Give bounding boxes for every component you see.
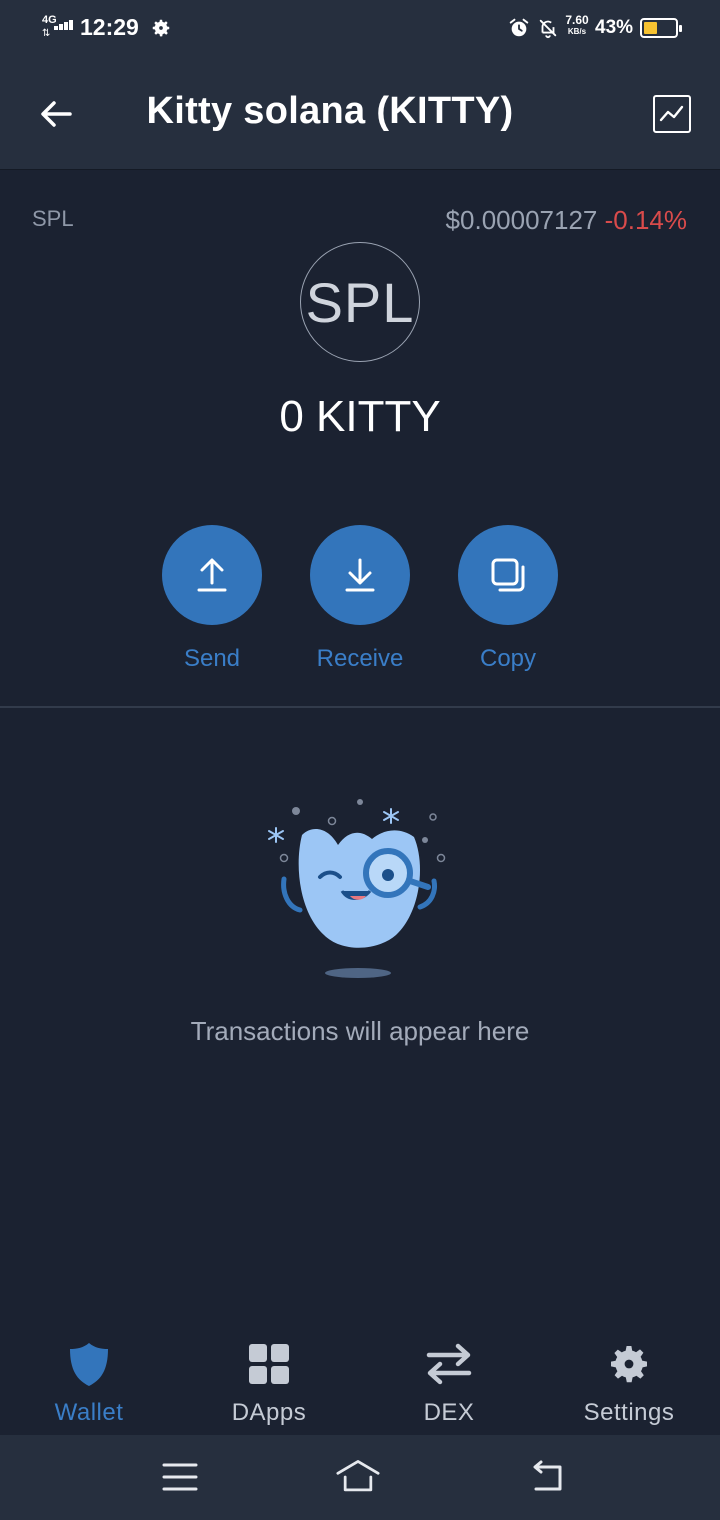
divider — [0, 706, 720, 708]
nav-settings-label[interactable]: Settings — [549, 1399, 709, 1427]
receive-button[interactable]: Receive — [300, 525, 420, 673]
token-price: $0.00007127 -0.14% — [446, 205, 687, 236]
menu-icon[interactable] — [158, 1457, 202, 1497]
nav-dapps[interactable]: DApps — [189, 1340, 349, 1427]
alarm-icon — [509, 18, 529, 37]
copy-circle[interactable] — [458, 525, 558, 625]
token-standard: SPL — [32, 206, 74, 231]
app-header: Kitty solana (KITTY) — [0, 58, 720, 170]
empty-state-message: Transactions will appear here — [190, 1016, 530, 1046]
bell-off-icon — [539, 19, 557, 39]
clock: 12:29 — [80, 14, 139, 40]
nav-wallet[interactable]: Wallet — [9, 1340, 169, 1427]
token-balance: 0 KITTY — [279, 392, 441, 441]
token-logo: SPL — [300, 242, 420, 362]
send-circle[interactable] — [162, 525, 262, 625]
chart-icon[interactable] — [653, 95, 691, 133]
back-icon[interactable] — [526, 1457, 570, 1497]
network-type: 4G — [42, 14, 57, 26]
home-icon[interactable] — [336, 1457, 380, 1497]
swap-arrows-icon — [426, 1343, 472, 1385]
copy-button[interactable]: Copy — [448, 525, 568, 673]
send-button[interactable]: Send — [152, 525, 272, 673]
nav-dapps-label[interactable]: DApps — [189, 1399, 349, 1427]
grid-icon — [249, 1344, 289, 1384]
price-change: -0.14% — [604, 205, 687, 235]
battery-icon — [640, 18, 682, 38]
copy-icon — [491, 558, 525, 592]
status-bar: 4G ⇅ 12:29 7.60 KB/s 43% — [0, 0, 720, 58]
copy-label[interactable]: Copy — [448, 645, 568, 673]
send-arrow-up-icon — [197, 558, 227, 592]
system-nav-bar — [0, 1435, 720, 1520]
signal-icon: 4G ⇅ — [42, 14, 76, 42]
battery-percent: 43% — [595, 17, 634, 38]
bottom-nav: Wallet DApps DEX Settings — [0, 1320, 720, 1435]
nav-wallet-label[interactable]: Wallet — [9, 1399, 169, 1427]
nav-settings[interactable]: Settings — [549, 1340, 709, 1427]
nav-dex[interactable]: DEX — [369, 1340, 529, 1427]
settings-gear-icon — [152, 19, 170, 37]
send-label[interactable]: Send — [152, 645, 272, 673]
network-speed: 7.60 KB/s — [565, 13, 589, 36]
receive-circle[interactable] — [310, 525, 410, 625]
nav-dex-label[interactable]: DEX — [369, 1399, 529, 1427]
shield-icon — [70, 1343, 108, 1386]
receive-label[interactable]: Receive — [300, 645, 420, 673]
mascot-magnifier-illustration — [268, 799, 446, 978]
receive-arrow-down-icon — [345, 558, 375, 592]
arrow-left-icon[interactable] — [34, 92, 78, 136]
gear-icon — [611, 1346, 647, 1383]
price-value: $0.00007127 — [445, 205, 598, 235]
page-title: Kitty solana (KITTY) — [146, 90, 514, 132]
